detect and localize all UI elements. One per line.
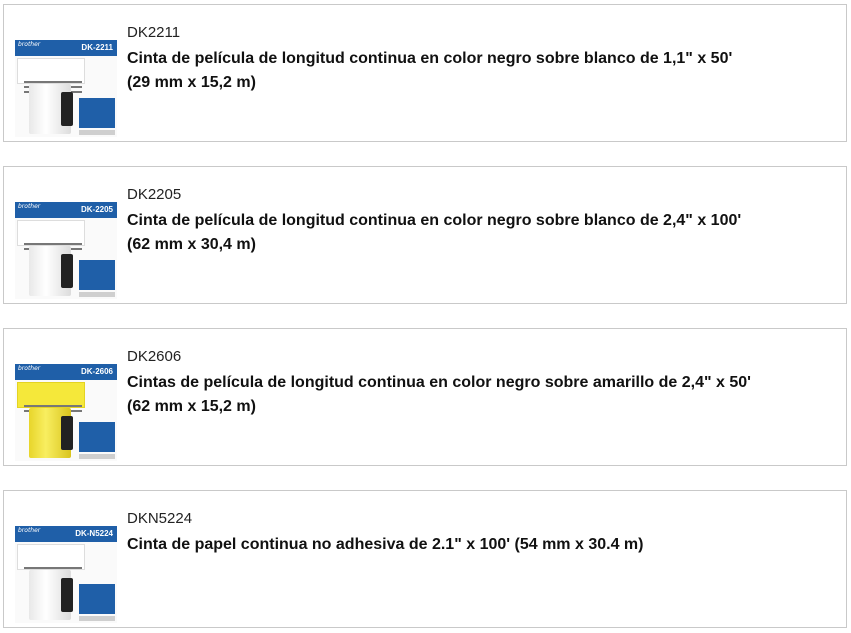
product-title-line[interactable]: Cintas de película de longitud continua … xyxy=(127,371,839,395)
brand-logo: brother xyxy=(18,527,41,534)
product-title[interactable]: Cinta de papel continua no adhesiva de 2… xyxy=(127,533,839,557)
product-card-dk2205[interactable]: brother DK-2205 DK2205 Cinta de película… xyxy=(3,166,847,304)
product-sku: DKN5224 xyxy=(127,510,193,527)
product-title-line[interactable]: Cinta de papel continua no adhesiva de 2… xyxy=(127,533,839,557)
product-image[interactable]: brother DK-2205 xyxy=(15,202,117,299)
label-sample xyxy=(17,544,85,570)
product-image[interactable]: brother DK-2211 xyxy=(15,40,117,137)
product-title-size[interactable]: (29 mm x 15,2 m) xyxy=(127,71,839,95)
brand-logo: brother xyxy=(18,365,41,372)
label-sample xyxy=(17,220,85,250)
label-sample xyxy=(17,382,85,412)
brand-logo: brother xyxy=(18,41,41,48)
product-card-dk2606[interactable]: brother DK-2606 DK2606 Cintas de películ… xyxy=(3,328,847,466)
product-title-line[interactable]: Cinta de película de longitud continua e… xyxy=(127,209,839,233)
product-title[interactable]: Cintas de película de longitud continua … xyxy=(127,371,839,419)
product-title-line[interactable]: Cinta de película de longitud continua e… xyxy=(127,47,839,71)
product-card-dkn5224[interactable]: brother DK-N5224 DKN5224 Cinta de papel … xyxy=(3,490,847,628)
product-title-size[interactable]: (62 mm x 15,2 m) xyxy=(127,395,839,419)
product-sku: DK2606 xyxy=(127,348,182,365)
product-sku: DK2205 xyxy=(127,186,182,203)
product-card-dk2211[interactable]: brother DK-2211 DK2211 Cinta de película… xyxy=(3,4,847,142)
label-sample xyxy=(17,58,85,93)
thumb-model-label: DK-2606 xyxy=(80,367,113,376)
thumb-model-label: DK-2211 xyxy=(81,43,113,52)
product-title[interactable]: Cinta de película de longitud continua e… xyxy=(127,209,839,257)
product-title[interactable]: Cinta de película de longitud continua e… xyxy=(127,47,839,95)
product-sku: DK2211 xyxy=(127,24,181,41)
product-image[interactable]: brother DK-2606 xyxy=(15,364,117,461)
product-title-size[interactable]: (62 mm x 30,4 m) xyxy=(127,233,839,257)
product-image[interactable]: brother DK-N5224 xyxy=(15,526,117,623)
thumb-model-label: DK-2205 xyxy=(80,205,113,214)
thumb-model-label: DK-N5224 xyxy=(75,529,113,538)
brand-logo: brother xyxy=(18,203,41,210)
